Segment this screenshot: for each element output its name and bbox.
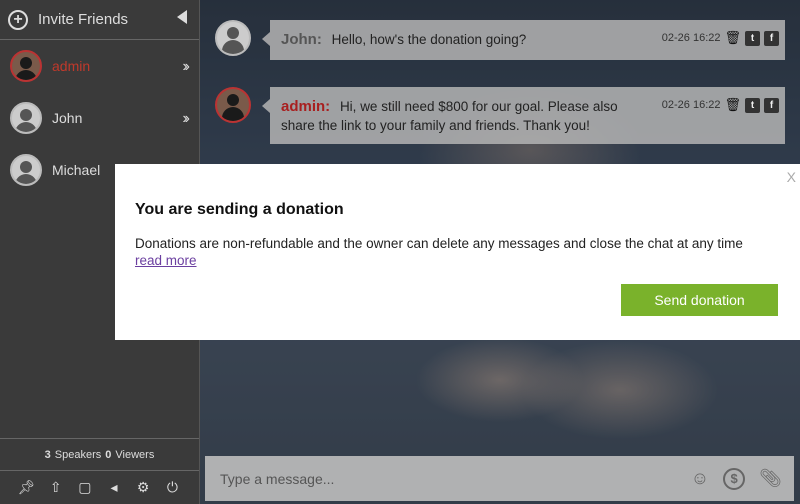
message-time: 02-26 16:22	[661, 32, 721, 44]
gear-icon[interactable]: ⚙	[134, 479, 152, 496]
modal-text: Donations are non-refundable and the own…	[135, 235, 785, 269]
modal-title: You are sending a donation	[135, 201, 344, 218]
collapse-sidebar-icon[interactable]	[177, 10, 187, 24]
chevron-double-right-icon[interactable]: ››	[182, 58, 189, 76]
invite-friends-label: Invite Friends	[38, 11, 129, 28]
message-text: Hi, we still need $800 for our goal. Ple…	[281, 99, 618, 133]
message-meta: 02-26 16:22 🗑︎ t f	[662, 30, 779, 46]
read-more-link[interactable]: read more	[135, 252, 197, 269]
plus-icon: +	[8, 9, 28, 30]
invite-friends-button[interactable]: + Invite Friends	[0, 0, 199, 40]
attach-icon[interactable]: 📎︎	[759, 468, 782, 489]
speakers-count: 3	[44, 448, 51, 461]
avatar	[10, 50, 42, 82]
donate-icon[interactable]: $	[723, 467, 746, 490]
user-name: admin	[52, 58, 91, 74]
viewers-count: 0	[105, 448, 112, 461]
announce-icon[interactable]: ◂	[105, 479, 123, 496]
send-donation-button[interactable]: Send donation	[621, 284, 778, 316]
upload-icon[interactable]: ⇧	[47, 479, 65, 496]
message-input[interactable]	[220, 470, 677, 487]
donation-modal: X You are sending a donation Donations a…	[115, 164, 800, 340]
message-bubble: admin: Hi, we still need $800 for our go…	[262, 87, 785, 144]
close-icon[interactable]: X	[787, 169, 796, 185]
twitter-share-icon[interactable]: t	[745, 30, 760, 46]
chevron-double-right-icon[interactable]: ››	[182, 110, 189, 128]
emoji-icon[interactable]: ☺	[691, 468, 709, 489]
avatar	[10, 154, 42, 186]
user-item-admin[interactable]: admin ››	[0, 40, 199, 92]
facebook-share-icon[interactable]: f	[764, 30, 779, 46]
message-sender: John:	[281, 31, 322, 48]
modal-body-text: Donations are non-refundable and the own…	[135, 236, 743, 251]
pin-icon[interactable]: 📌︎	[18, 479, 36, 496]
message-time: 02-26 16:22	[661, 99, 721, 111]
avatar	[215, 87, 251, 123]
power-icon[interactable]: ⏻	[163, 479, 181, 496]
trash-icon[interactable]: 🗑︎	[724, 30, 741, 46]
window-icon[interactable]: ▢	[76, 479, 94, 496]
message-bubble: John: Hello, how's the donation going? 0…	[262, 20, 785, 60]
sidebar-toolbar: 📌︎ ⇧ ▢ ◂ ⚙ ⏻	[0, 470, 199, 504]
viewers-label: Viewers	[115, 448, 155, 461]
avatar	[215, 20, 251, 56]
message-meta: 02-26 16:22 🗑︎ t f	[662, 97, 779, 113]
user-item-john[interactable]: John ››	[0, 92, 199, 144]
speakers-label: Speakers	[54, 448, 102, 461]
audience-counts: 3 Speakers 0 Viewers	[0, 438, 199, 470]
avatar	[10, 102, 42, 134]
message-composer: ☺ $ 📎︎	[205, 456, 794, 501]
message-text: Hello, how's the donation going?	[331, 32, 527, 47]
message-sender: admin:	[281, 98, 331, 115]
trash-icon[interactable]: 🗑︎	[724, 97, 741, 113]
twitter-share-icon[interactable]: t	[745, 97, 760, 113]
user-name: John	[52, 110, 83, 126]
user-name: Michael	[52, 162, 101, 178]
facebook-share-icon[interactable]: f	[764, 97, 779, 113]
